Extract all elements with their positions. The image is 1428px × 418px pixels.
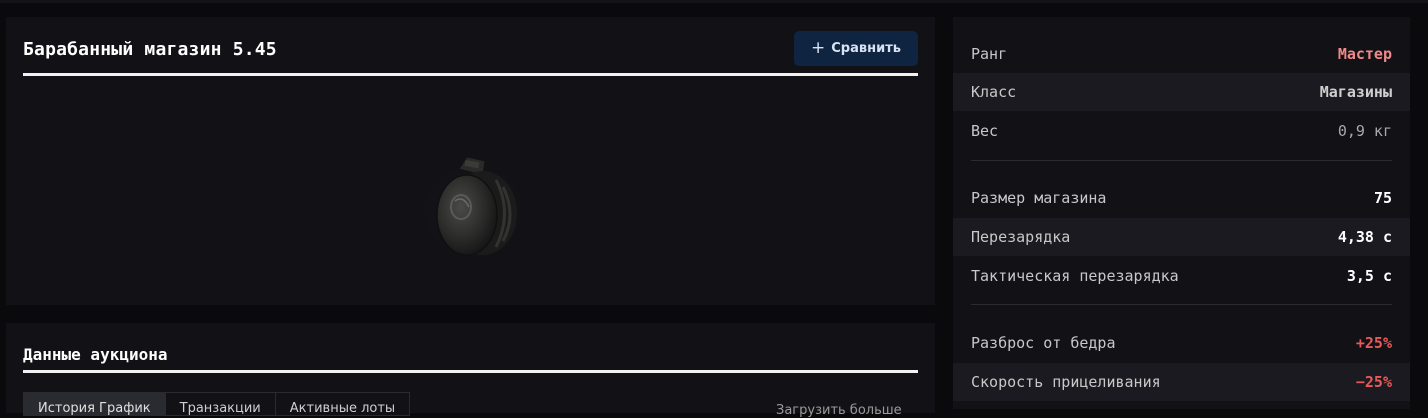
stat-row-mag-size: Размер магазина 75 bbox=[953, 179, 1410, 217]
auction-card: Данные аукциона История График Транзакци… bbox=[6, 323, 935, 418]
stat-value: 4,38 с bbox=[1337, 228, 1392, 246]
load-more-link[interactable]: Загрузить больше bbox=[776, 403, 902, 418]
title-underline bbox=[23, 73, 918, 76]
stat-row-reload: Перезарядка 4,38 с bbox=[953, 218, 1410, 256]
stat-row-class: Класс Магазины bbox=[953, 73, 1410, 111]
stat-value: −25% bbox=[1355, 373, 1392, 391]
compare-button-label: Сравнить bbox=[831, 41, 901, 56]
stat-value: 3,5 с bbox=[1346, 267, 1392, 285]
item-card: Барабанный магазин 5.45 + Сравнить bbox=[6, 17, 935, 305]
tab-transactions[interactable]: Транзакции bbox=[164, 392, 276, 416]
auction-underline bbox=[23, 370, 918, 373]
tab-history-chart[interactable]: История График bbox=[23, 392, 166, 416]
stat-value: 0,9 кг bbox=[1337, 122, 1392, 140]
stat-value: Мастер bbox=[1337, 45, 1392, 63]
stat-row-ads-speed: Скорость прицеливания −25% bbox=[953, 363, 1410, 401]
divider bbox=[971, 304, 1392, 305]
stat-label: Вес bbox=[971, 122, 999, 140]
stats-panel: Ранг Мастер Класс Магазины Вес 0,9 кг Ра… bbox=[953, 17, 1410, 409]
stat-value: 75 bbox=[1373, 189, 1392, 207]
stat-label: Тактическая перезарядка bbox=[971, 267, 1179, 285]
divider bbox=[971, 160, 1392, 161]
stat-row-tactical-reload: Тактическая перезарядка 3,5 с bbox=[953, 257, 1410, 295]
stat-label: Класс bbox=[971, 83, 1017, 101]
stat-label: Размер магазина bbox=[971, 189, 1107, 207]
stat-label: Перезарядка bbox=[971, 228, 1071, 246]
stat-row-weight: Вес 0,9 кг bbox=[953, 112, 1410, 150]
stat-value: Магазины bbox=[1319, 83, 1392, 101]
auction-title: Данные аукциона bbox=[23, 345, 168, 364]
stat-row-hip-spread: Разброс от бедра +25% bbox=[953, 324, 1410, 362]
stat-label: Ранг bbox=[971, 45, 1008, 63]
stat-label: Разброс от бедра bbox=[971, 334, 1116, 352]
stat-value: +25% bbox=[1355, 334, 1392, 352]
plus-icon: + bbox=[811, 38, 826, 58]
drum-magazine-image bbox=[408, 145, 538, 265]
tab-active-lots[interactable]: Активные лоты bbox=[274, 392, 411, 416]
compare-button[interactable]: + Сравнить bbox=[794, 31, 918, 66]
auction-tabs: История График Транзакции Активные лоты bbox=[23, 392, 411, 416]
item-title: Барабанный магазин 5.45 bbox=[23, 39, 277, 60]
stat-label: Скорость прицеливания bbox=[971, 373, 1161, 391]
top-border bbox=[0, 0, 1428, 3]
stat-row-rank: Ранг Мастер bbox=[953, 35, 1410, 73]
